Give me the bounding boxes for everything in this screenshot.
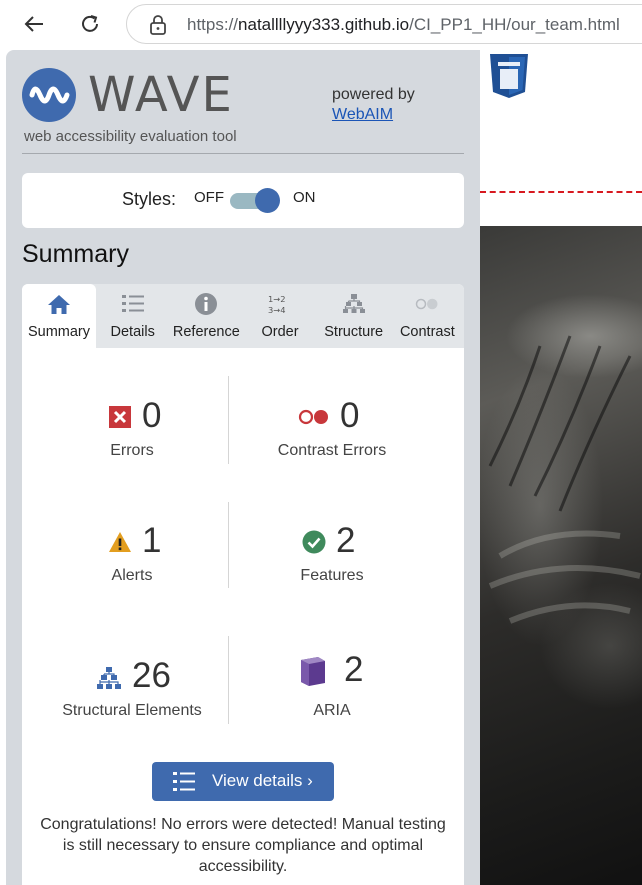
- contrast-error-icon: [298, 409, 328, 425]
- back-button[interactable]: [18, 8, 50, 40]
- structural-count: 26: [132, 656, 171, 695]
- info-icon: [194, 292, 218, 316]
- alerts-label: Alerts: [111, 567, 153, 584]
- order-icon: 1→2 3→4: [268, 292, 292, 316]
- tab-label: Contrast: [399, 324, 455, 340]
- toggle-off-label: OFF: [194, 189, 224, 206]
- view-details-button[interactable]: View details ›: [152, 762, 334, 801]
- reload-button[interactable]: [74, 8, 106, 40]
- congrats-message: Congratulations! No errors were detected…: [40, 816, 446, 875]
- stat-errors-top: 0: [32, 396, 232, 436]
- error-icon: [109, 406, 131, 428]
- url-path: /CI_PP1_HH/our_team.html: [409, 15, 620, 34]
- dashed-divider: [480, 191, 642, 193]
- tab-reference[interactable]: Reference: [169, 284, 243, 348]
- list-icon: [121, 292, 145, 316]
- tab-details[interactable]: Details: [96, 284, 170, 348]
- hero-photo: [480, 226, 642, 885]
- styles-toggle-knob[interactable]: [255, 188, 280, 213]
- browser-toolbar: https://natallllyyy333.github.io/CI_PP1_…: [0, 0, 642, 48]
- script-texture: [488, 335, 641, 624]
- home-icon: [47, 292, 71, 316]
- feature-check-icon: [302, 530, 326, 554]
- section-title: Summary: [22, 240, 129, 268]
- svg-text:1→2: 1→2: [268, 294, 286, 304]
- webaim-link[interactable]: WebAIM: [332, 105, 415, 125]
- alerts-count: 1: [142, 521, 162, 560]
- aria-cube-icon: [301, 657, 325, 686]
- css3-shield-icon: [490, 54, 528, 98]
- wave-logo-text: WAVE: [88, 67, 234, 123]
- contrast-errors-label: Contrast Errors: [277, 442, 387, 459]
- stat-aria-top: 2: [232, 650, 432, 690]
- tab-structure[interactable]: Structure: [317, 284, 391, 348]
- tab-order[interactable]: 1→2 3→4 Order: [243, 284, 317, 348]
- summary-card: Summary Details Reference 1→23→4 Order: [22, 284, 464, 885]
- stat-alerts-top: 1: [32, 521, 232, 561]
- tab-contrast[interactable]: Contrast: [390, 284, 464, 348]
- wave-logo-icon: [22, 68, 76, 122]
- contrast-icon: [415, 292, 439, 316]
- tab-label: Structure: [324, 324, 384, 340]
- tab-label: Reference: [172, 324, 240, 340]
- view-details-label: View details ›: [212, 771, 313, 790]
- url-domain: natallllyyy333.github.io: [238, 15, 410, 34]
- aria-count: 2: [344, 650, 364, 689]
- powered-by: powered by WebAIM: [332, 85, 415, 125]
- stat-structural-top: 26: [32, 656, 232, 696]
- toggle-on-label: ON: [293, 189, 316, 206]
- wave-tagline: web accessibility evaluation tool: [24, 128, 237, 145]
- svg-text:3→4: 3→4: [268, 305, 286, 315]
- tab-label: Order: [261, 324, 299, 340]
- back-arrow-icon: [24, 16, 43, 32]
- structure-icon: [97, 667, 121, 689]
- structure-icon: [342, 292, 366, 316]
- features-label: Features: [300, 567, 364, 584]
- address-bar[interactable]: https://natallllyyy333.github.io/CI_PP1_…: [126, 4, 642, 44]
- lock-icon[interactable]: [149, 15, 167, 35]
- header-divider: [22, 153, 464, 154]
- alert-icon: [109, 532, 131, 552]
- styles-label: Styles:: [122, 189, 177, 209]
- tab-summary[interactable]: Summary: [22, 284, 96, 348]
- structural-label: Structural Elements: [62, 702, 202, 719]
- aria-label: ARIA: [313, 702, 351, 719]
- list-icon: [173, 772, 195, 791]
- features-count: 2: [336, 521, 356, 560]
- url-prefix: https://: [187, 15, 239, 34]
- styles-toggle-box: Styles: OFF ON: [22, 173, 464, 228]
- contrast-errors-count: 0: [340, 396, 360, 435]
- wave-sidebar: WAVE web accessibility evaluation tool p…: [6, 50, 480, 885]
- stat-contrast-top: 0: [232, 396, 432, 436]
- tab-label: Details: [110, 324, 155, 340]
- url-text: https://natallllyyy333.github.io/CI_PP1_…: [187, 15, 620, 35]
- errors-label: Errors: [110, 442, 154, 459]
- powered-by-label: powered by: [332, 86, 415, 103]
- errors-count: 0: [142, 396, 162, 435]
- reload-icon: [82, 15, 98, 32]
- tab-label: Summary: [27, 324, 91, 340]
- stat-features-top: 2: [232, 521, 432, 561]
- tab-bar: Summary Details Reference 1→23→4 Order: [22, 284, 464, 348]
